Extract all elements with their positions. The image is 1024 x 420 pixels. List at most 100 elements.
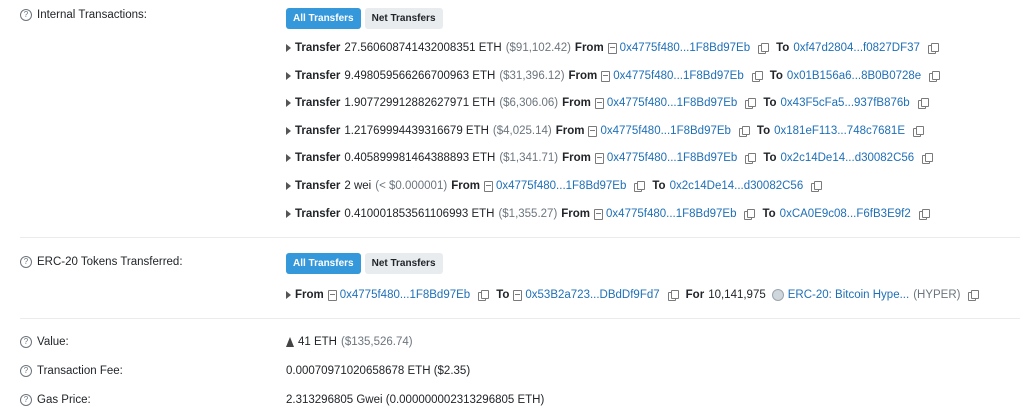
contract-icon [594,208,604,220]
expand-caret-icon[interactable] [286,44,291,52]
from-address-link[interactable]: 0x4775f480...1F8Bd97Eb [600,125,730,137]
internal-transfer-row: Transfer 0.405899981464388893 ETH ($1,341.… [286,152,940,164]
tab-net-transfers[interactable]: Net Transfers [364,8,443,29]
for-label: For [685,289,705,301]
question-circle-icon[interactable]: ? [20,365,32,377]
internal-transfer-row: Transfer 1.907729912882627971 ETH ($6,306.… [286,97,936,109]
value-label: ? Value: [20,336,69,348]
copy-icon[interactable] [913,126,924,137]
contract-icon [594,97,604,109]
copy-icon[interactable] [751,71,763,82]
copy-icon[interactable] [478,290,490,301]
expand-caret-icon[interactable] [286,291,291,299]
to-address-link[interactable]: 0xf47d2804...f0827DF37 [793,42,920,54]
divider [20,318,1020,319]
value-eth: 41 ETH [298,336,337,348]
from-label: From [451,180,480,192]
to-label: To [776,42,790,54]
copy-icon[interactable] [922,153,934,164]
copy-icon[interactable] [634,181,646,192]
contract-icon [327,289,337,301]
transfer-usd-value: ($91,102.42) [505,42,571,54]
copy-icon[interactable] [968,290,980,301]
from-address-link[interactable]: 0x4775f480...1F8Bd97Eb [613,70,743,82]
expand-caret-icon[interactable] [286,127,291,135]
internal-transactions-label: ? Internal Transactions: [20,9,147,21]
internal-transfer-row: Transfer 1.21769994439316679 ETH ($4,025.1… [286,125,931,137]
to-label: To [756,125,771,137]
from-address-link[interactable]: 0x4775f480...1F8Bd97Eb [496,180,626,192]
expand-caret-icon[interactable] [286,72,291,80]
token-amount: 10,141,975 [708,289,766,301]
tab-all-transfers[interactable]: All Transfers [286,8,361,29]
copy-icon[interactable] [667,290,679,301]
copy-icon[interactable] [811,181,823,192]
from-address-link[interactable]: 0x4775f480...1F8Bd97Eb [607,97,737,109]
copy-icon[interactable] [745,98,757,109]
transfer-amount: 1.21769994439316679 ETH [344,125,489,137]
copy-icon[interactable] [745,153,757,164]
question-circle-icon[interactable]: ? [20,336,32,348]
copy-icon[interactable] [927,43,939,54]
value-row: 41 ETH ($135,526.74) [286,336,413,348]
to-address-link[interactable]: 0x2c14De14...d30082C56 [670,180,804,192]
expand-caret-icon[interactable] [286,210,291,218]
to-label: To [652,180,666,192]
copy-icon[interactable] [917,98,929,109]
gas-value: 2.313296805 Gwei (0.000000002313296805 E… [286,394,545,406]
transfer-amount: 9.498059566266700963 ETH [344,70,496,82]
fee-row: 0.00070971020658678 ETH ($2.35) [286,365,470,377]
tab-net-transfers[interactable]: Net Transfers [364,253,443,274]
copy-icon[interactable] [918,209,930,220]
fee-label: ? Transaction Fee: [20,365,123,377]
question-circle-icon[interactable]: ? [20,256,32,268]
token-name-link[interactable]: ERC-20: Bitcoin Hype... [788,289,909,301]
transfer-usd-value: ($1,341.71) [499,152,559,164]
question-circle-icon[interactable]: ? [20,9,32,21]
from-address-link[interactable]: 0x4775f480...1F8Bd97Eb [340,289,470,301]
to-address-link[interactable]: 0x181eF113...748c7681E [774,125,905,137]
transfer-usd-value: ($1,355.27) [498,208,558,220]
divider [20,237,1020,238]
from-label: From [555,125,585,137]
copy-icon[interactable] [738,126,750,137]
transfer-label: Transfer [295,152,341,164]
value-label-text: Value: [37,336,69,348]
transfer-label: Transfer [295,42,341,54]
from-address-link[interactable]: 0x4775f480...1F8Bd97Eb [606,208,736,220]
from-label: From [574,42,604,54]
to-address-link[interactable]: 0x43F5cFa5...937fB876b [781,97,910,109]
to-address-link[interactable]: 0x01B156a6...8B0B0728e [787,70,921,82]
expand-caret-icon[interactable] [286,154,291,162]
token-symbol: (HYPER) [913,289,961,301]
to-label: To [769,70,783,82]
to-address-link[interactable]: 0xCA0E9c08...F6fB3E9f2 [780,208,911,220]
copy-icon[interactable] [929,71,941,82]
contract-icon [513,289,523,301]
expand-caret-icon[interactable] [286,99,291,107]
internal-tabs: All Transfers Net Transfers [286,8,443,29]
expand-caret-icon[interactable] [286,182,291,190]
token-logo-icon [771,289,784,301]
from-address-link[interactable]: 0x4775f480...1F8Bd97Eb [607,152,737,164]
transfer-usd-value: ($31,396.12) [499,70,565,82]
internal-transfer-row: Transfer 2 wei (< $0.000001) From 0x4775f480… [286,180,829,192]
contract-icon [483,180,493,192]
from-label: From [568,70,598,82]
contract-icon [594,152,604,164]
transfer-amount: 0.410001853561106993 ETH [344,208,495,220]
from-address-link[interactable]: 0x4775f480...1F8Bd97Eb [620,42,750,54]
contract-icon [607,42,617,54]
transfer-amount: 1.907729912882627971 ETH [344,97,496,109]
from-label: From [562,97,591,109]
to-address-link[interactable]: 0x2c14De14...d30082C56 [781,152,915,164]
erc20-tabs: All Transfers Net Transfers [286,253,443,274]
question-circle-icon[interactable]: ? [20,394,32,406]
from-label: From [295,289,324,301]
to-address-link[interactable]: 0x53B2a723...DBdDf9Fd7 [525,289,659,301]
erc20-transfer-row: From 0x4775f480...1F8Bd97Eb To 0x53B2a72… [286,289,986,301]
tab-all-transfers[interactable]: All Transfers [286,253,361,274]
copy-icon[interactable] [758,43,770,54]
copy-icon[interactable] [744,209,756,220]
transfer-label: Transfer [295,180,341,192]
